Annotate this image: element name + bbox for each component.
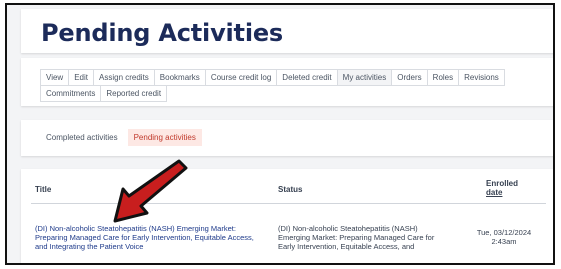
activities-table: Title Status Enrolled date (DI) Non-alco… — [21, 169, 553, 263]
enrolled-date-cell: Tue, 03/12/2024 2:43am — [467, 228, 541, 246]
column-header-title: Title — [35, 185, 52, 194]
page-title: Pending Activities — [41, 19, 284, 47]
subtabs-card: Completed activities Pending activities — [21, 120, 553, 156]
red-arrow-pointing-icon — [113, 159, 188, 223]
activity-title-link[interactable]: (DI) Non-alcoholic Steatohepatitis (NASH… — [35, 224, 267, 251]
tab-bookmarks[interactable]: Bookmarks — [153, 69, 206, 86]
subtab-pending-activities[interactable]: Pending activities — [127, 129, 202, 146]
tab-assign-credits[interactable]: Assign credits — [93, 69, 155, 86]
tab-deleted-credit[interactable]: Deleted credit — [276, 69, 338, 86]
column-header-enrolled-date[interactable]: Enrolled date — [486, 179, 518, 197]
tab-course-credit-log[interactable]: Course credit log — [204, 69, 278, 86]
title-card: Pending Activities — [21, 9, 553, 53]
column-header-status: Status — [278, 185, 303, 194]
tab-bar: View Edit Assign credits Bookmarks Cours… — [40, 69, 550, 102]
enrolled-date: Tue, 03/12/2024 — [476, 228, 532, 237]
enrolled-time: 2:43am — [491, 237, 517, 246]
activity-status: (DI) Non-alcoholic Steatohepatitis (NASH… — [278, 224, 435, 251]
tab-edit[interactable]: Edit — [68, 69, 94, 86]
subtab-bar: Completed activities Pending activities — [40, 129, 206, 146]
screenshot-frame: Pending Activities View Edit Assign cred… — [5, 3, 555, 265]
column-header-date-sort-link[interactable]: date — [486, 188, 518, 197]
tab-commitments[interactable]: Commitments — [40, 85, 102, 102]
tab-view[interactable]: View — [40, 69, 70, 86]
column-header-enrolled-label: Enrolled — [486, 179, 519, 188]
tab-revisions[interactable]: Revisions — [458, 69, 505, 86]
tabs-card: View Edit Assign credits Bookmarks Cours… — [21, 58, 553, 106]
subtab-completed-activities[interactable]: Completed activities — [40, 129, 124, 146]
tab-roles[interactable]: Roles — [426, 69, 460, 86]
tab-my-activities[interactable]: My activities — [336, 69, 393, 86]
tab-orders[interactable]: Orders — [391, 69, 428, 86]
tab-reported-credit[interactable]: Reported credit — [100, 85, 168, 102]
